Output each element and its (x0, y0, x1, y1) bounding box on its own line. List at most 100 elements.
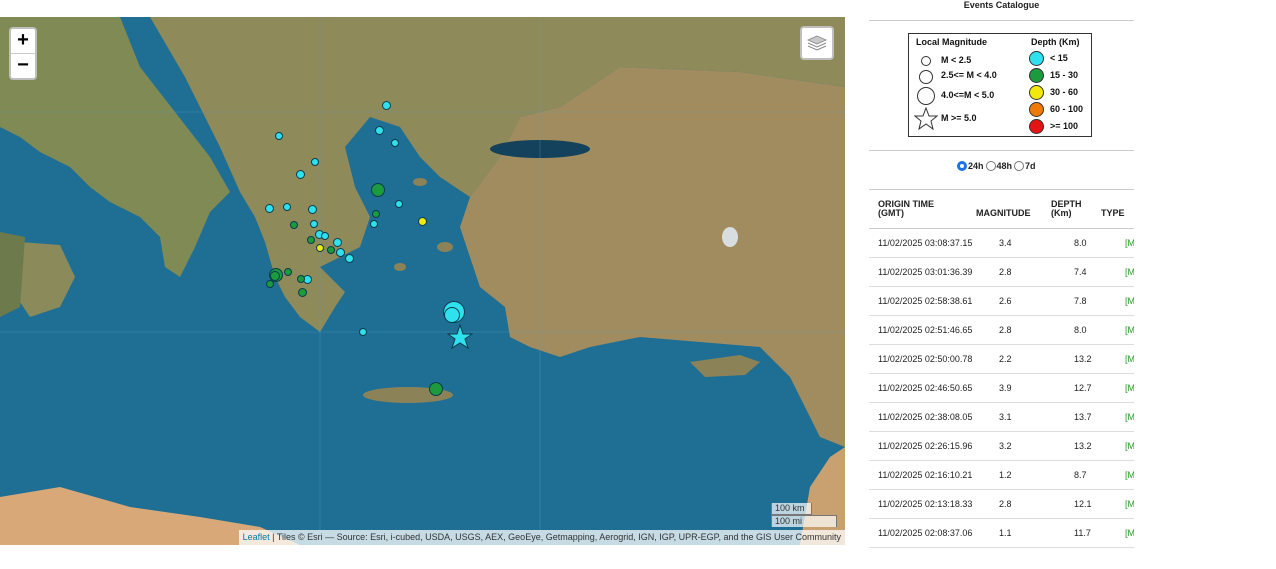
event-marker[interactable] (316, 244, 324, 252)
magnitude-cell: 1.2 (999, 470, 1012, 480)
table-row[interactable]: 11/02/2025 03:08:37.15 3.4 8.0 [M (869, 229, 1134, 258)
event-marker[interactable] (335, 247, 345, 257)
type-cell[interactable]: [M (1125, 470, 1134, 480)
magnitude-medium-icon (919, 70, 933, 84)
event-marker[interactable] (297, 287, 307, 297)
event-marker[interactable] (429, 382, 443, 396)
col-magnitude: MAGNITUDE (976, 208, 1031, 218)
events-catalogue-panel: Events Catalogue Local Magnitude Depth (… (869, 0, 1134, 569)
origin-time-cell: 11/02/2025 02:46:50.65 (878, 383, 973, 393)
table-row[interactable]: 11/02/2025 03:01:36.39 2.8 7.4 [M (869, 258, 1134, 287)
depth-cell: 8.0 (1074, 238, 1087, 248)
event-marker[interactable] (297, 275, 305, 283)
event-marker[interactable] (444, 307, 460, 323)
type-cell[interactable]: [M (1125, 325, 1134, 335)
magnitude-cell: 2.8 (999, 267, 1012, 277)
zoom-control: + − (9, 27, 37, 80)
legend-mag-3: 4.0<=M < 5.0 (941, 90, 995, 100)
range-48h-radio[interactable] (985, 161, 996, 171)
type-cell[interactable]: [M (1125, 267, 1134, 277)
magnitude-cell: 2.2 (999, 354, 1012, 364)
divider (869, 189, 1134, 190)
table-row[interactable]: 11/02/2025 02:58:38.61 2.6 7.8 [M (869, 287, 1134, 316)
type-cell[interactable]: [M (1125, 354, 1134, 364)
table-header: ORIGIN TIME (GMT) MAGNITUDE DEPTH (Km) T… (869, 200, 1134, 228)
event-marker[interactable] (275, 132, 283, 140)
event-marker[interactable] (266, 280, 274, 288)
depth-cell: 11.7 (1074, 528, 1091, 538)
event-marker[interactable] (264, 203, 274, 213)
table-row[interactable]: 11/02/2025 02:38:08.05 3.1 13.7 [M (869, 403, 1134, 432)
event-marker[interactable] (391, 139, 399, 147)
table-row[interactable]: 11/02/2025 02:50:00.78 2.2 13.2 [M (869, 345, 1134, 374)
event-marker[interactable] (371, 183, 385, 197)
event-marker[interactable] (381, 100, 391, 110)
event-marker[interactable] (310, 220, 318, 228)
event-marker[interactable] (332, 237, 342, 247)
event-marker[interactable] (374, 125, 384, 135)
origin-time-cell: 11/02/2025 02:51:46.65 (878, 325, 973, 335)
legend-magnitude-header: Local Magnitude (916, 37, 988, 47)
table-row[interactable]: 11/02/2025 02:51:46.65 2.8 8.0 [M (869, 316, 1134, 345)
legend-mag-4: M >= 5.0 (941, 113, 977, 123)
map-view[interactable]: + − 100 km 100 mi Leaflet | Tiles © Esri… (0, 17, 845, 545)
col-origin-time-unit: (GMT) (878, 208, 904, 218)
table-row[interactable]: 11/02/2025 02:16:10.21 1.2 8.7 [M (869, 461, 1134, 490)
table-row[interactable]: 11/02/2025 02:13:18.33 2.8 12.1 [M (869, 490, 1134, 519)
legend-depth-header: Depth (Km) (1031, 37, 1080, 47)
zoom-out-button[interactable]: − (11, 53, 35, 78)
table-row[interactable]: 11/02/2025 02:46:50.65 3.9 12.7 [M (869, 374, 1134, 403)
legend-box: Local Magnitude Depth (Km) M < 2.5 2.5<=… (908, 33, 1092, 137)
magnitude-cell: 2.8 (999, 325, 1012, 335)
event-marker[interactable] (344, 253, 354, 263)
event-marker[interactable] (295, 169, 305, 179)
event-marker[interactable] (321, 232, 329, 240)
event-marker[interactable] (311, 158, 319, 166)
type-cell[interactable]: [M (1125, 383, 1134, 393)
type-cell[interactable]: [M (1125, 528, 1134, 538)
type-cell[interactable]: [M (1125, 412, 1134, 422)
legend-depth-4: 60 - 100 (1050, 104, 1084, 114)
range-7d-radio[interactable] (1014, 161, 1025, 171)
magnitude-large-icon (917, 87, 935, 105)
range-24h-label: 24h (968, 161, 984, 171)
depth-15-30-swatch (1029, 68, 1044, 83)
event-marker[interactable] (327, 246, 335, 254)
depth-cell: 12.1 (1074, 499, 1092, 509)
large-event-star-icon[interactable] (447, 324, 473, 350)
event-marker[interactable] (290, 221, 298, 229)
layers-icon (807, 35, 827, 51)
event-marker[interactable] (284, 268, 292, 276)
depth-30-60-swatch (1029, 85, 1044, 100)
type-cell[interactable]: [M (1125, 441, 1134, 451)
origin-time-cell: 11/02/2025 02:58:38.61 (878, 296, 973, 306)
event-marker[interactable] (307, 204, 317, 214)
type-cell[interactable]: [M (1125, 499, 1134, 509)
event-marker[interactable] (395, 200, 403, 208)
depth-cell: 13.2 (1074, 354, 1092, 364)
scale-bar-mi: 100 mi (771, 515, 837, 527)
event-marker[interactable] (359, 328, 367, 336)
zoom-in-button[interactable]: + (11, 29, 35, 53)
depth-lt15-swatch (1029, 51, 1044, 66)
depth-cell: 13.2 (1074, 441, 1092, 451)
magnitude-cell: 3.2 (999, 441, 1012, 451)
magnitude-cell: 2.6 (999, 296, 1012, 306)
event-marker[interactable] (283, 203, 291, 211)
table-row[interactable]: 11/02/2025 02:26:15.96 3.2 13.2 [M (869, 432, 1134, 461)
type-cell[interactable]: [M (1125, 238, 1134, 248)
layers-button[interactable] (800, 26, 834, 60)
depth-cell: 13.7 (1074, 412, 1092, 422)
magnitude-cell: 3.1 (999, 412, 1012, 422)
leaflet-link[interactable]: Leaflet (243, 532, 270, 542)
panel-title: Events Catalogue (869, 0, 1134, 21)
event-marker[interactable] (417, 216, 427, 226)
range-24h-radio[interactable] (957, 161, 967, 171)
type-cell[interactable]: [M (1125, 296, 1134, 306)
table-row[interactable]: 11/02/2025 02:08:37.06 1.1 11.7 [M (869, 519, 1134, 548)
magnitude-cell: 3.4 (999, 238, 1012, 248)
origin-time-cell: 11/02/2025 02:13:18.33 (878, 499, 973, 509)
event-marker[interactable] (307, 236, 315, 244)
event-marker[interactable] (372, 210, 380, 218)
event-marker[interactable] (370, 220, 378, 228)
